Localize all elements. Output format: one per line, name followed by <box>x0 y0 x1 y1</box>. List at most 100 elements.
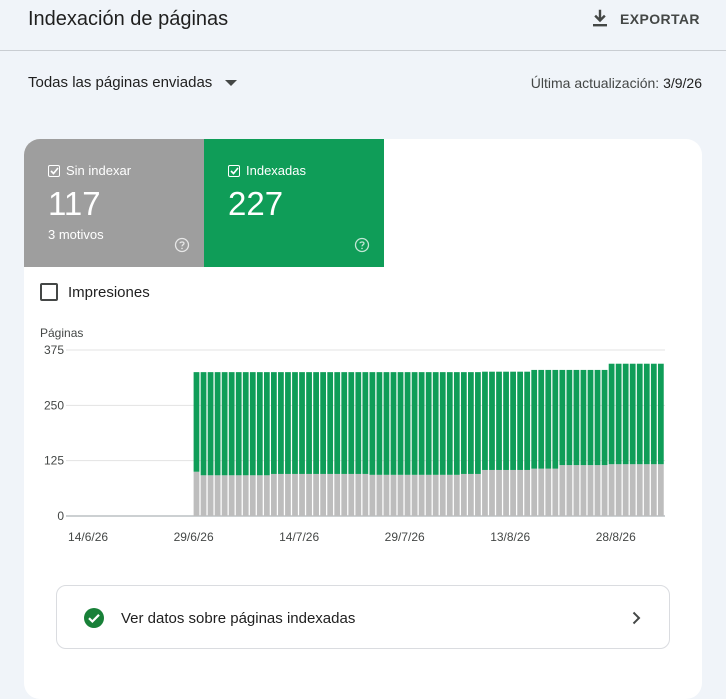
bar-indexed <box>643 363 650 465</box>
bar-not-indexed <box>636 464 643 516</box>
export-label: EXPORTAR <box>620 11 700 27</box>
bar-not-indexed <box>397 474 404 516</box>
tile-not-indexed-reasons: 3 motivos <box>48 227 104 242</box>
bar-indexed <box>545 369 552 469</box>
bar-not-indexed <box>446 474 453 516</box>
bar-not-indexed <box>432 474 439 516</box>
bar-indexed <box>425 372 432 475</box>
bar-not-indexed <box>538 468 545 516</box>
bar-indexed <box>292 372 298 474</box>
checkbox-checked-icon[interactable] <box>48 164 60 177</box>
bar-not-indexed <box>221 475 228 516</box>
bar-indexed <box>657 363 664 465</box>
page-set-dropdown[interactable]: Todas las páginas enviadas <box>28 74 238 91</box>
page-set-label: Todas las páginas enviadas <box>28 74 213 91</box>
download-icon <box>593 9 607 27</box>
bar-indexed <box>468 372 474 474</box>
bar-indexed <box>489 371 495 470</box>
last-update-date: 3/9/26 <box>663 75 702 91</box>
bar-indexed <box>594 369 601 466</box>
impressions-toggle[interactable]: Impresiones <box>40 283 150 301</box>
checkbox-checked-icon[interactable] <box>228 164 240 177</box>
bar-not-indexed <box>552 468 559 516</box>
last-update-label: Última actualización: <box>530 75 660 91</box>
bar-not-indexed <box>299 473 305 516</box>
bar-not-indexed <box>369 474 376 516</box>
bar-not-indexed <box>313 473 319 516</box>
bar-indexed <box>566 369 573 466</box>
bar-not-indexed <box>235 475 242 516</box>
help-icon[interactable] <box>174 237 190 253</box>
bar-not-indexed <box>285 473 291 516</box>
bar-not-indexed <box>601 465 608 516</box>
x-tick-label: 14/6/26 <box>68 530 108 544</box>
tile-indexed-header: Indexadas <box>228 163 306 178</box>
tile-indexed-label: Indexadas <box>246 163 306 178</box>
bar-indexed <box>341 372 348 474</box>
bar-not-indexed <box>411 474 418 516</box>
x-tick-label: 28/8/26 <box>596 530 636 544</box>
bar-indexed <box>538 369 545 469</box>
tile-not-indexed-label: Sin indexar <box>66 163 132 178</box>
bar-indexed <box>249 372 256 476</box>
bar-not-indexed <box>207 475 214 516</box>
bar-not-indexed <box>622 464 629 516</box>
bar-not-indexed <box>475 473 481 516</box>
bar-not-indexed <box>468 473 474 516</box>
view-indexed-pages-link[interactable]: Ver datos sobre páginas indexadas <box>56 585 670 649</box>
bar-indexed <box>587 369 594 466</box>
tile-indexed[interactable]: Indexadas 227 <box>204 139 384 267</box>
bar-indexed <box>446 372 453 475</box>
bar-not-indexed <box>256 475 263 516</box>
impressions-checkbox[interactable] <box>40 283 58 301</box>
bar-not-indexed <box>327 473 334 516</box>
bar-indexed <box>432 372 439 475</box>
bar-indexed <box>439 372 446 475</box>
bar-not-indexed <box>460 473 467 516</box>
bar-indexed <box>510 371 516 470</box>
bar-not-indexed <box>629 464 636 516</box>
bar-not-indexed <box>376 474 383 516</box>
bar-indexed <box>650 363 657 465</box>
bar-not-indexed <box>249 475 256 516</box>
bar-indexed <box>552 369 559 469</box>
bar-indexed <box>221 372 228 476</box>
indexing-chart: Páginas 0 125 250 375 14/6/26 29/6/26 14/7/26… <box>40 326 665 544</box>
bar-not-indexed <box>228 475 235 516</box>
bar-not-indexed <box>643 464 650 516</box>
bar-indexed <box>214 372 221 476</box>
bar-indexed <box>383 372 390 475</box>
bar-not-indexed <box>439 474 446 516</box>
y-tick-label: 375 <box>44 343 64 357</box>
bar-indexed <box>482 371 488 470</box>
bar-indexed <box>271 372 277 474</box>
x-tick-label: 14/7/26 <box>279 530 319 544</box>
bar-indexed <box>496 371 502 470</box>
export-button[interactable]: EXPORTAR <box>590 8 700 30</box>
help-icon[interactable] <box>354 237 370 253</box>
bar-not-indexed <box>580 465 587 516</box>
report-header: Indexación de páginas EXPORTAR <box>0 0 726 51</box>
view-indexed-pages-label: Ver datos sobre páginas indexadas <box>121 610 356 627</box>
bar-indexed <box>320 372 327 474</box>
bar-not-indexed <box>200 475 207 516</box>
tile-indexed-value: 227 <box>228 185 284 222</box>
tile-not-indexed[interactable]: Sin indexar 117 3 motivos <box>24 139 204 267</box>
bar-not-indexed <box>355 473 362 516</box>
bar-indexed <box>242 372 249 476</box>
bar-indexed <box>531 369 538 469</box>
y-tick-label: 0 <box>57 509 64 523</box>
bar-indexed <box>559 369 566 466</box>
bar-not-indexed <box>193 471 200 516</box>
bar-not-indexed <box>587 465 594 516</box>
bar-indexed <box>390 372 397 475</box>
bar-not-indexed <box>242 475 249 516</box>
bar-indexed <box>334 372 341 474</box>
bar-not-indexed <box>341 473 348 516</box>
bar-indexed <box>629 363 636 465</box>
bar-indexed <box>503 371 509 470</box>
bar-not-indexed <box>418 474 425 516</box>
bar-indexed <box>313 372 319 474</box>
bar-indexed <box>193 372 200 472</box>
bar-indexed <box>601 369 608 466</box>
